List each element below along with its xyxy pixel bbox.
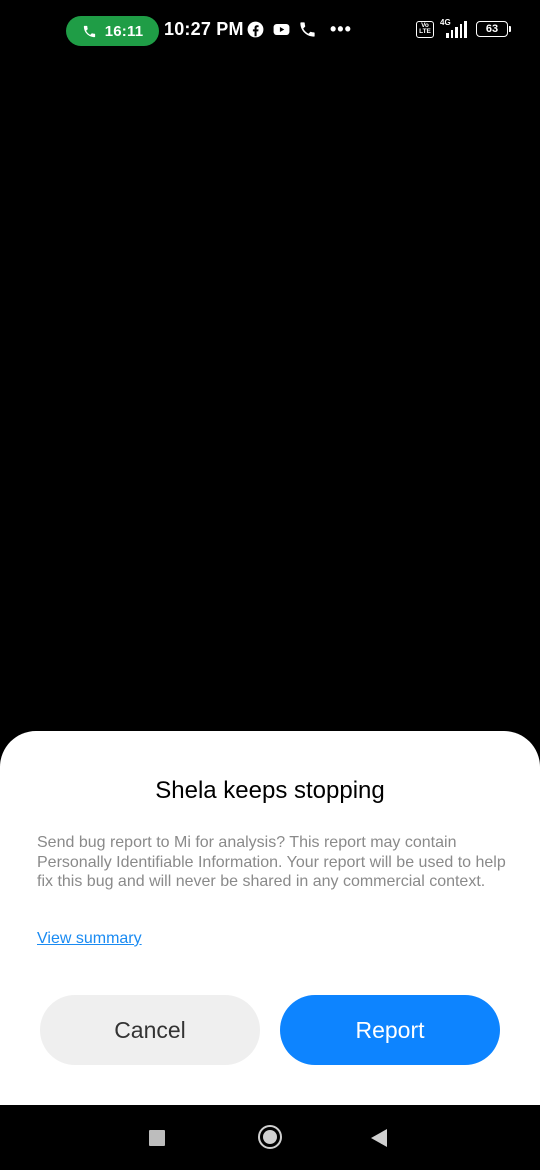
- report-button[interactable]: Report: [280, 995, 500, 1065]
- crash-dialog: Shela keeps stopping Send bug report to …: [0, 731, 540, 1105]
- volte-icon: Vo LTE: [416, 20, 434, 38]
- recents-button[interactable]: [149, 1130, 165, 1146]
- more-notifications-icon: •••: [330, 19, 352, 39]
- status-clock: 10:27 PM: [164, 19, 244, 39]
- dialog-message: Send bug report to Mi for analysis? This…: [37, 834, 506, 890]
- signal-icon: 4G: [440, 18, 470, 38]
- call-timer: 16:11: [104, 22, 144, 40]
- phone-icon: [300, 22, 315, 37]
- navigation-bar: [0, 1105, 540, 1170]
- dialog-title: Shela keeps stopping: [155, 777, 385, 804]
- notification-icons: •••: [246, 20, 352, 39]
- home-button[interactable]: [258, 1125, 282, 1149]
- cancel-button[interactable]: Cancel: [40, 995, 260, 1065]
- battery-level: 63: [485, 23, 499, 35]
- view-summary-link[interactable]: View summary: [37, 930, 142, 948]
- facebook-icon: [247, 21, 264, 38]
- volte-bottom-label: LTE: [419, 28, 431, 35]
- screen: 16:11 10:27 PM ••• Vo LTE 4G 63 Shela ke…: [0, 0, 540, 1170]
- phone-icon: [83, 25, 95, 37]
- system-icons: Vo LTE 4G 63: [416, 18, 511, 38]
- youtube-icon: [273, 23, 290, 36]
- battery-icon: 63: [476, 21, 511, 37]
- status-bar: 16:11 10:27 PM ••• Vo LTE 4G 63: [0, 0, 540, 62]
- back-button[interactable]: [371, 1129, 387, 1147]
- ongoing-call-pill[interactable]: 16:11: [66, 16, 159, 46]
